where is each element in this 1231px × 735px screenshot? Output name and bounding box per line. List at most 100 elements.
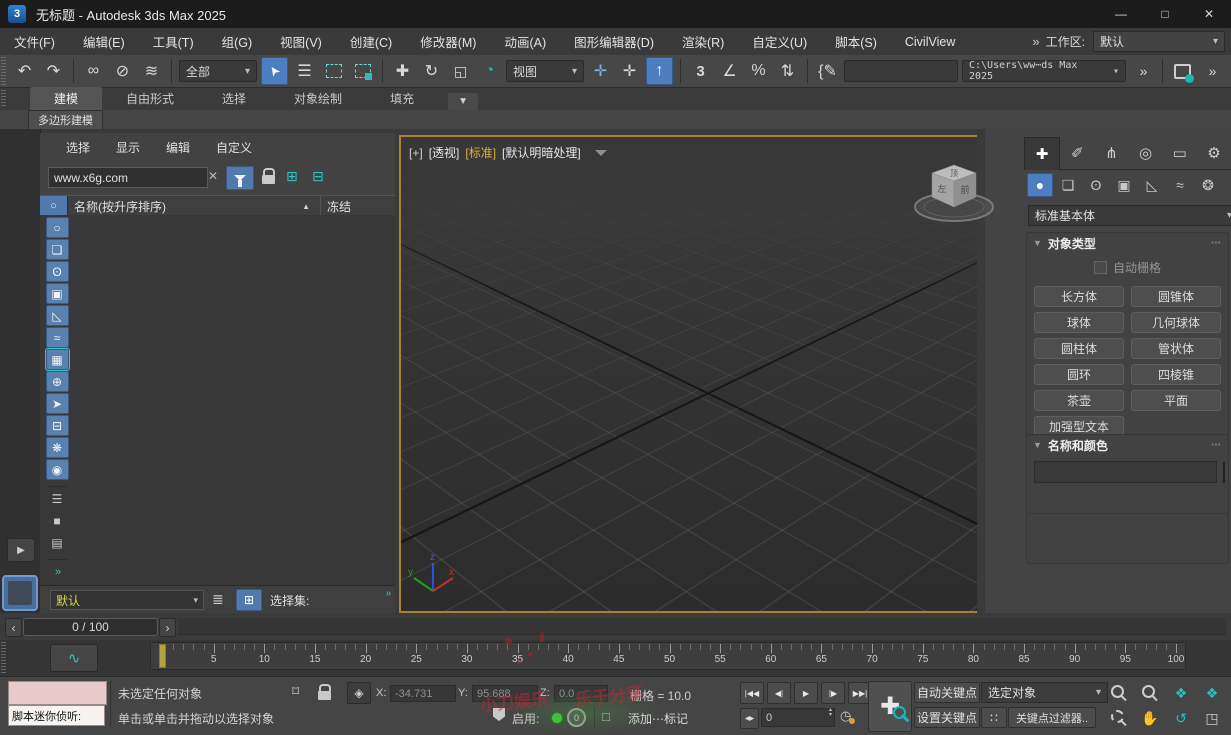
macro-recorder-pane[interactable]: [8, 681, 107, 705]
select-and-rotate-button[interactable]: ↻: [419, 58, 444, 84]
key-filters-button[interactable]: 关键点过滤器..: [1008, 707, 1096, 728]
category-geometry[interactable]: ●: [1027, 173, 1053, 197]
selection-region-icon[interactable]: ⌑: [292, 683, 299, 700]
next-frame-button[interactable]: |▶: [821, 682, 845, 704]
button-box[interactable]: 长方体: [1034, 286, 1124, 307]
clear-search-icon[interactable]: ✕: [208, 169, 218, 183]
spinner-snap-button[interactable]: ⇅: [775, 58, 800, 84]
redo-button[interactable]: ↷: [41, 58, 66, 84]
set-key-toggle[interactable]: 设置关键点: [914, 707, 980, 728]
play-button[interactable]: ▶: [794, 682, 818, 704]
tab-create[interactable]: ✚: [1024, 137, 1061, 170]
object-color-swatch[interactable]: [1223, 461, 1225, 483]
toolbar-more-chevron[interactable]: »: [1199, 58, 1224, 84]
tab-hierarchy[interactable]: ⋔: [1094, 137, 1128, 169]
display-cameras-toggle[interactable]: ▣: [45, 283, 69, 304]
toolbar-overflow-chevron[interactable]: »: [1130, 58, 1155, 84]
maximize-button[interactable]: □: [1143, 0, 1187, 28]
workspace-dropdown[interactable]: 默认: [1093, 31, 1225, 52]
degradation-level-indicator[interactable]: 0: [567, 708, 586, 727]
select-by-name-button[interactable]: ☰: [292, 58, 317, 84]
ribbon-tab-freeform[interactable]: 自由形式: [102, 87, 198, 110]
trackbar-ruler[interactable]: 0510152025303540455055606570758085909510…: [150, 642, 1186, 670]
category-lights[interactable]: ʘ: [1083, 173, 1109, 197]
category-helpers[interactable]: ◺: [1139, 173, 1165, 197]
layers-icon[interactable]: ≣: [212, 591, 224, 608]
menu-civilview[interactable]: CivilView: [891, 28, 969, 55]
viewport-style-label[interactable]: [标准]: [465, 144, 496, 161]
filter-button[interactable]: [226, 166, 254, 190]
ref-coord-dropdown[interactable]: 视图: [506, 60, 584, 82]
bind-to-spacewarp-button[interactable]: ≋: [139, 58, 164, 84]
zoom-extents-selected-button[interactable]: ❖: [1166, 681, 1196, 705]
percent-snap-button[interactable]: %: [746, 58, 771, 84]
perspective-viewport[interactable]: [+] [透视] [标准] [默认明暗处理] 顶 左 前 z y x: [399, 135, 1016, 613]
expand-panel-button[interactable]: ▶: [7, 538, 35, 562]
viewcube[interactable]: 顶 左 前: [910, 159, 996, 229]
docked-panel-thumbnail[interactable]: [2, 575, 38, 611]
zoom-extents-all-button[interactable]: ❖: [1197, 681, 1227, 705]
menu-edit[interactable]: 编辑(E): [69, 28, 139, 55]
menu-tools[interactable]: 工具(T): [139, 28, 208, 55]
zoom-all-button[interactable]: [1135, 681, 1165, 705]
primitive-type-dropdown[interactable]: 标准基本体: [1028, 205, 1231, 226]
viewport-pov-label[interactable]: [透视]: [429, 144, 460, 161]
select-and-move-button[interactable]: ✚: [390, 58, 415, 84]
explorer-overflow-chevron[interactable]: »: [385, 588, 390, 599]
explorer-menu-display[interactable]: 显示: [104, 139, 152, 156]
menu-graph-editors[interactable]: 图形编辑器(D): [560, 28, 668, 55]
selection-lock-toggle[interactable]: [318, 684, 331, 700]
menu-create[interactable]: 创建(C): [336, 28, 406, 55]
lock-explorer-icon[interactable]: [262, 168, 275, 184]
explorer-list-area[interactable]: ○ ❏ ʘ ▣ ◺ ≈ ▦ ⊕ ➤ ⊟ ❋ ◉ ☰ ■ ▤ »: [40, 215, 395, 585]
frame-spinner[interactable]: ▴ ▾: [829, 707, 832, 718]
x-coord-field[interactable]: -34.731: [390, 685, 456, 702]
menu-scripting[interactable]: 脚本(S): [821, 28, 891, 55]
menu-overflow-chevron[interactable]: »: [1032, 34, 1039, 49]
button-sphere[interactable]: 球体: [1034, 312, 1124, 333]
button-pyramid[interactable]: 四棱锥: [1131, 364, 1221, 385]
category-cameras[interactable]: ▣: [1111, 173, 1137, 197]
tab-display[interactable]: ▭: [1163, 137, 1197, 169]
select-object-button[interactable]: [261, 57, 288, 85]
display-helpers-toggle[interactable]: ◺: [45, 305, 69, 326]
auto-key-toggle[interactable]: 自动关键点: [914, 682, 980, 703]
z-coord-field[interactable]: 0.0: [554, 685, 608, 702]
collapse-hierarchy-button[interactable]: ⊟: [312, 168, 324, 185]
display-xrefs-toggle[interactable]: ⊕: [45, 371, 69, 392]
display-lights-toggle[interactable]: ʘ: [45, 261, 69, 282]
y-coord-field[interactable]: 95.688: [472, 685, 538, 702]
absolute-mode-transform-icon[interactable]: ◈: [347, 682, 371, 704]
current-frame-field[interactable]: 0: [761, 708, 835, 727]
undo-button[interactable]: ↶: [12, 58, 37, 84]
minimize-button[interactable]: —: [1099, 0, 1143, 28]
expand-hierarchy-button[interactable]: ⊞: [286, 168, 298, 185]
display-shapes-toggle[interactable]: ❏: [45, 239, 69, 260]
explorer-list-view-button[interactable]: ☰: [46, 488, 69, 509]
autogrid-checkbox[interactable]: [1093, 261, 1107, 274]
button-tube[interactable]: 管状体: [1131, 338, 1221, 359]
explorer-side-overflow-chevron[interactable]: »: [46, 561, 69, 582]
goto-start-button[interactable]: |◀◀: [740, 682, 764, 704]
window-crossing-toggle[interactable]: [350, 58, 375, 84]
use-pivot-center-button[interactable]: ✛: [588, 58, 613, 84]
column-name-header[interactable]: 名称(按升序排序) ▲: [68, 196, 321, 216]
explorer-menu-customize[interactable]: 自定义: [204, 139, 264, 156]
ribbon-tab-modeling[interactable]: 建模: [30, 87, 103, 110]
isolate-selection-icon[interactable]: □: [602, 709, 610, 724]
trackbar-grip[interactable]: [1, 642, 6, 674]
select-and-scale-button[interactable]: ◱: [448, 58, 473, 84]
time-slider-track[interactable]: [178, 618, 1226, 635]
next-frame-arrow[interactable]: ›: [159, 618, 176, 637]
time-slider-handle[interactable]: 0 / 100: [23, 618, 158, 636]
button-teapot[interactable]: 茶壶: [1034, 390, 1124, 411]
ribbon-tab-selection[interactable]: 选择: [198, 87, 270, 110]
selection-set-dropdown[interactable]: 默认: [50, 590, 204, 610]
hierarchy-view-button[interactable]: ⊞: [236, 589, 262, 611]
toolbar-grip[interactable]: [1, 57, 6, 85]
selection-filter-dropdown[interactable]: 全部: [179, 60, 257, 82]
rect-selection-region-button[interactable]: [321, 58, 346, 84]
close-button[interactable]: ✕: [1187, 0, 1231, 28]
category-systems[interactable]: ❂: [1195, 173, 1221, 197]
named-selection-field[interactable]: [844, 60, 958, 82]
